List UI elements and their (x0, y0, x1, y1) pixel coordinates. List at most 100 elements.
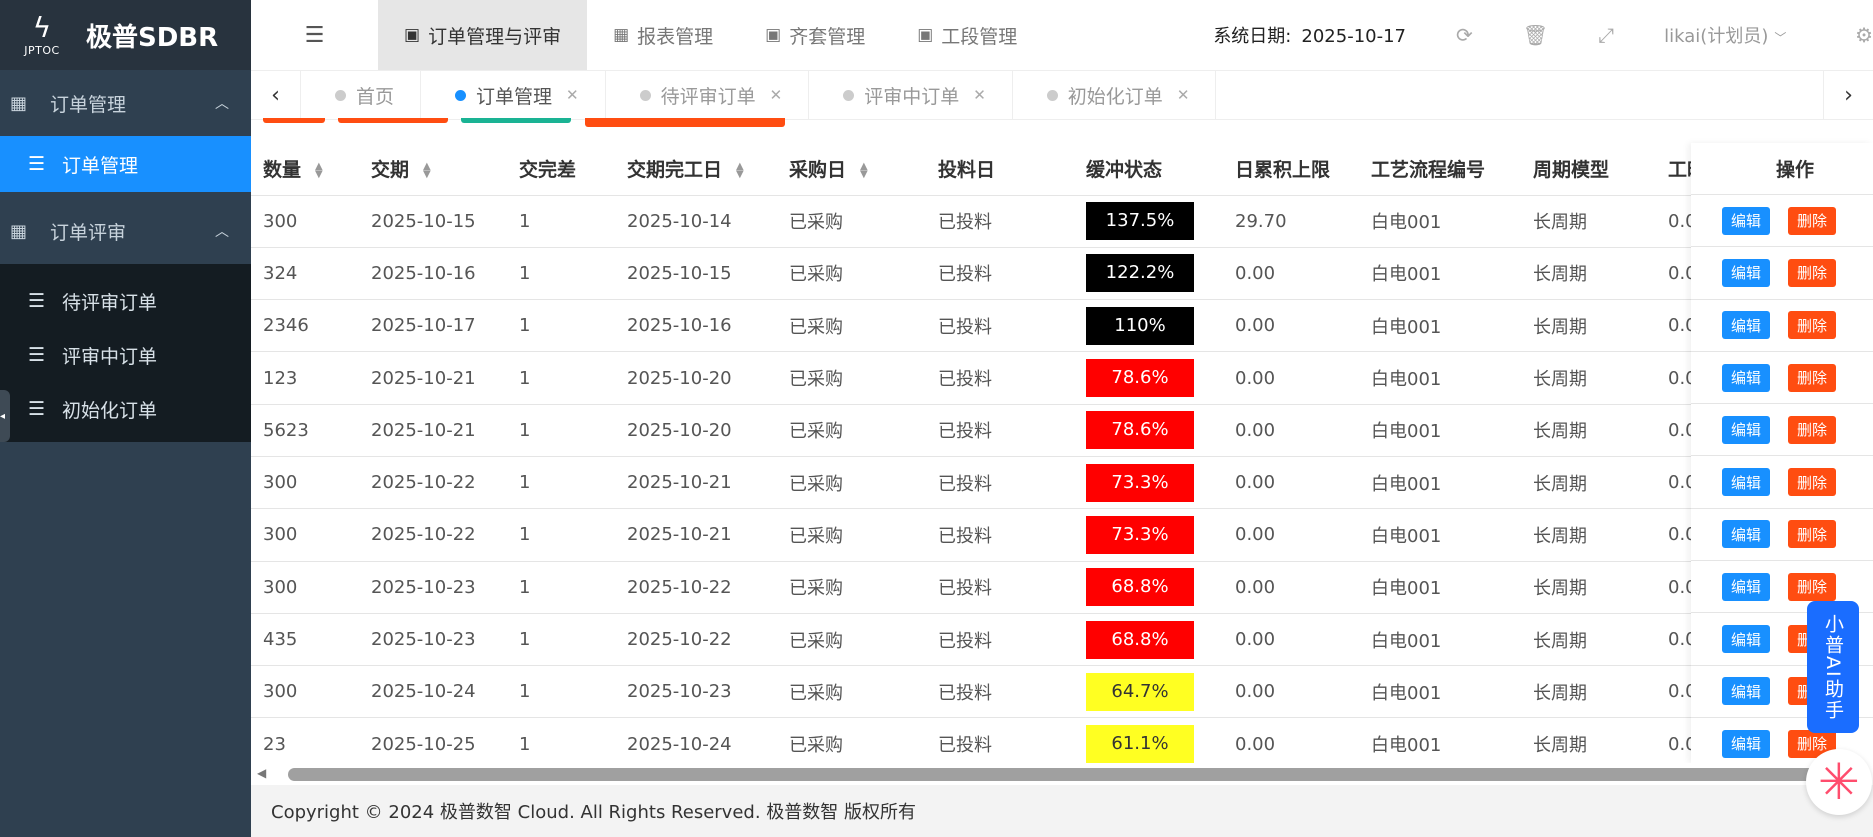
tab-report[interactable]: ▦ 报表管理 (587, 0, 739, 70)
delete-button[interactable]: 删除 (1788, 258, 1836, 287)
sidebar-group-label: 订单评审 (50, 221, 127, 244)
ai-assistant-button[interactable]: 小普AI助手 (1807, 601, 1859, 733)
cell-feed: 已投料 (926, 613, 1074, 667)
sidebar-item-in-review[interactable]: ☰ 评审中订单 (0, 328, 251, 382)
user-menu[interactable]: likai(计划员) ﹀ (1664, 22, 1786, 48)
cell-flow: 白电001 (1359, 351, 1521, 405)
delete-button[interactable]: 删除 (1788, 572, 1836, 601)
cell-diff: 1 (507, 404, 615, 457)
tab-kitting[interactable]: ▣ 齐套管理 (739, 0, 891, 70)
toolbar-strip[interactable] (338, 118, 448, 123)
edit-button[interactable]: 编辑 (1722, 311, 1770, 340)
sparkle-icon[interactable]: ✳ (1806, 749, 1872, 815)
sidebar-item-label: 订单管理 (62, 154, 139, 177)
cell-buffer: 78.6% (1074, 404, 1223, 457)
close-icon[interactable]: ✕ (770, 86, 783, 104)
scroll-left-icon[interactable]: ‹ (251, 70, 301, 120)
sort-icon[interactable]: ▲ ▼ (736, 161, 744, 179)
cell-cycle: 长周期 (1521, 508, 1656, 562)
sidebar-collapse-handle[interactable]: ◂ (0, 390, 10, 442)
sort-icon[interactable]: ▲ ▼ (423, 161, 431, 179)
gear-icon[interactable]: ⚙ (1855, 23, 1873, 47)
refresh-icon[interactable]: ⟳ (1456, 23, 1473, 47)
column-header[interactable]: 交期 ▲ ▼ (359, 143, 507, 196)
table-row[interactable]: 324 2025-10-16 1 2025-10-15 已采购 已投料 122.2% 0.00… (251, 247, 1873, 301)
close-icon[interactable]: ✕ (973, 86, 986, 104)
close-icon[interactable]: ✕ (566, 86, 579, 104)
menu-toggle-icon[interactable]: ☰ (251, 0, 378, 70)
cell-diff: 1 (507, 508, 615, 562)
sidebar-item-pending-review[interactable]: ☰ 待评审订单 (0, 274, 251, 328)
edit-button[interactable]: 编辑 (1722, 206, 1770, 235)
delete-button[interactable]: 删除 (1788, 311, 1836, 340)
cell-buffer: 61.1% (1074, 717, 1223, 763)
edit-button[interactable]: 编辑 (1722, 520, 1770, 549)
column-header[interactable]: 采购日 ▲ ▼ (777, 143, 926, 196)
tab-dot (1046, 89, 1058, 101)
scroll-right-icon[interactable]: › (1823, 70, 1873, 120)
column-header[interactable]: 数量 ▲ ▼ (251, 143, 359, 196)
sort-icon[interactable]: ▲ ▼ (315, 161, 323, 179)
table-row[interactable]: 300 2025-10-22 1 2025-10-21 已采购 已投料 73.3% 0.00 白… (251, 456, 1873, 510)
trash-icon[interactable]: 🗑 (1523, 23, 1548, 47)
toolbar-strip[interactable] (461, 118, 571, 123)
edit-button[interactable]: 编辑 (1722, 363, 1770, 392)
scroll-left-arrow-icon[interactable]: ◀ (257, 766, 266, 780)
toolbar-strip[interactable] (585, 118, 785, 127)
delete-button[interactable]: 删除 (1788, 520, 1836, 549)
cell-qty: 300 (251, 561, 359, 614)
edit-button[interactable]: 编辑 (1722, 729, 1770, 758)
table-row[interactable]: 23 2025-10-25 1 2025-10-24 已采购 已投料 61.1% 0.00 白电… (251, 717, 1873, 763)
ops-row: 编辑删除 (1691, 247, 1873, 300)
tab-order-review[interactable]: ▣ 订单管理与评审 (378, 0, 588, 70)
column-header[interactable]: 交期完工日 ▲ ▼ (615, 143, 777, 196)
tab-section[interactable]: ▣ 工段管理 (891, 0, 1043, 70)
delete-button[interactable]: 删除 (1788, 206, 1836, 235)
table-row[interactable]: 300 2025-10-24 1 2025-10-23 已采购 已投料 64.7% 0.00 白… (251, 665, 1873, 719)
cell-cycle: 长周期 (1521, 195, 1656, 248)
ops-row: 编辑删除 (1691, 456, 1873, 509)
fullscreen-icon[interactable]: ⤢ (1598, 23, 1614, 47)
edit-button[interactable]: 编辑 (1722, 677, 1770, 706)
page-tab-pending-review[interactable]: 待评审订单 ✕ (606, 70, 810, 120)
edit-button[interactable]: 编辑 (1722, 572, 1770, 601)
table-row[interactable]: 5623 2025-10-21 1 2025-10-20 已采购 已投料 78.6% 0.00… (251, 404, 1873, 457)
delete-button[interactable]: 删除 (1788, 415, 1836, 444)
cell-qty: 300 (251, 508, 359, 562)
edit-button[interactable]: 编辑 (1722, 415, 1770, 444)
table-row[interactable]: 300 2025-10-23 1 2025-10-22 已采购 已投料 68.8% 0.00 白… (251, 561, 1873, 614)
horizontal-scrollbar[interactable]: ◀ (251, 763, 1873, 785)
scrollbar-thumb[interactable] (288, 768, 1818, 781)
page-tab-home[interactable]: 首页 (301, 70, 422, 120)
sidebar-group-order-management[interactable]: ▦ 订单管理 ︿ (0, 70, 251, 136)
delete-button[interactable]: 删除 (1788, 363, 1836, 392)
table-row[interactable]: 123 2025-10-21 1 2025-10-20 已采购 已投料 78.6% 0.00 白… (251, 351, 1873, 405)
sort-icon[interactable]: ▲ ▼ (860, 161, 868, 179)
cell-buffer: 73.3% (1074, 508, 1223, 562)
sidebar-group-order-review[interactable]: ▦ 订单评审 ︿ (0, 198, 251, 264)
sidebar-item-init-order[interactable]: ☰ 初始化订单 (0, 382, 251, 436)
cell-buffer: 64.7% (1074, 665, 1223, 719)
toolbar-strip[interactable] (263, 118, 325, 123)
edit-button[interactable]: 编辑 (1722, 468, 1770, 497)
page-tab-init-order[interactable]: 初始化订单 ✕ (1013, 70, 1217, 120)
cell-cycle: 长周期 (1521, 404, 1656, 457)
table-row[interactable]: 300 2025-10-22 1 2025-10-21 已采购 已投料 73.3% 0.00 白… (251, 508, 1873, 562)
cell-finish: 2025-10-15 (615, 247, 777, 301)
edit-button[interactable]: 编辑 (1722, 625, 1770, 654)
cell-cycle: 长周期 (1521, 613, 1656, 667)
cell-cap: 29.70 (1223, 195, 1359, 248)
sidebar: ϟ JPTOC 极普SDBR ▦ 订单管理 ︿ ☰ 订单管理 ▦ 订单评审 ︿ … (0, 0, 251, 837)
table-row[interactable]: 2346 2025-10-17 1 2025-10-16 已采购 已投料 110% 0.00 白… (251, 299, 1873, 353)
delete-button[interactable]: 删除 (1788, 468, 1836, 497)
close-icon[interactable]: ✕ (1177, 86, 1190, 104)
ops-row: 编辑删除 (1691, 300, 1873, 352)
table-row[interactable]: 435 2025-10-23 1 2025-10-22 已采购 已投料 68.8% 0.00 白… (251, 613, 1873, 667)
page-tab-in-review[interactable]: 评审中订单 ✕ (809, 70, 1013, 120)
cell-cap: 0.00 (1223, 508, 1359, 562)
edit-button[interactable]: 编辑 (1722, 258, 1770, 287)
page-tab-order-management[interactable]: 订单管理 ✕ (421, 70, 606, 120)
sidebar-item-order-management[interactable]: ☰ 订单管理 (0, 136, 251, 192)
table-row[interactable]: 300 2025-10-15 1 2025-10-14 已采购 已投料 137.5% 29.7… (251, 195, 1873, 248)
cell-feed: 已投料 (926, 404, 1074, 457)
